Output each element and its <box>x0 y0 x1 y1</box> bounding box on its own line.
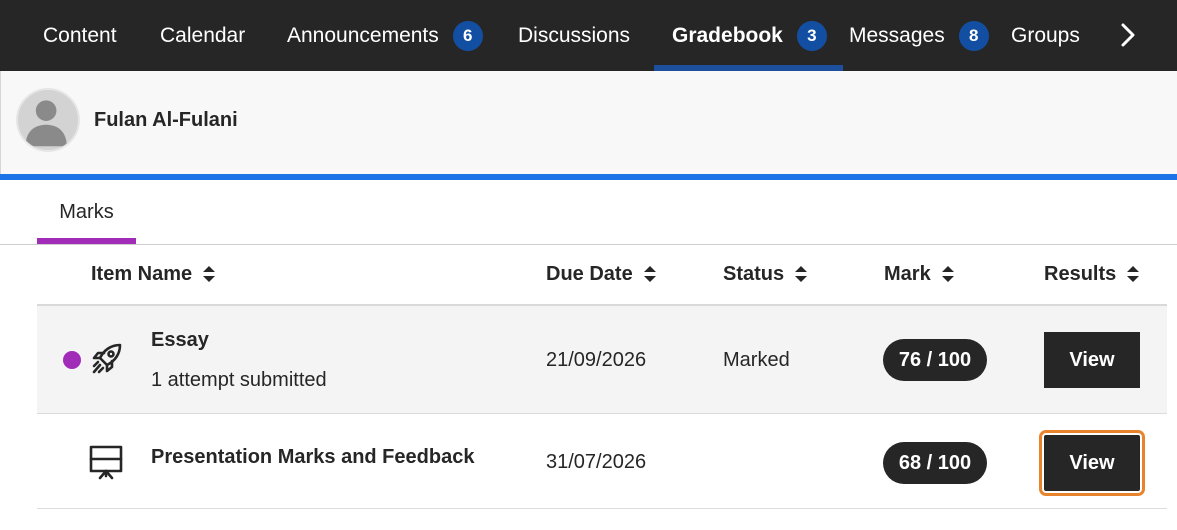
nav-item-messages[interactable]: Messages 8 <box>849 0 989 71</box>
nav-item-label: Calendar <box>160 23 246 47</box>
status-text: Marked <box>723 349 790 371</box>
column-header-label: Results <box>1044 262 1117 285</box>
nav-item-label: Messages <box>849 23 945 47</box>
view-results-button[interactable]: View <box>1044 332 1140 388</box>
nav-item-calendar[interactable]: Calendar <box>160 0 245 71</box>
mark-badge: 68 / 100 <box>883 442 987 484</box>
column-header-status[interactable]: Status <box>723 258 808 290</box>
nav-item-label: Content <box>43 23 117 47</box>
nav-item-discussions[interactable]: Discussions <box>518 0 630 71</box>
nav-item-label: Discussions <box>518 23 631 47</box>
column-header-label: Mark <box>884 262 931 285</box>
sort-icon <box>795 266 808 282</box>
table-row: Presentation Marks and Feedback 31/07/20… <box>37 415 1167 509</box>
avatar <box>16 88 80 152</box>
nav-item-label: Announcements <box>287 23 439 47</box>
tab-marks[interactable]: Marks <box>37 180 136 244</box>
messages-count-badge: 8 <box>958 20 989 51</box>
header-accent-divider <box>0 174 1177 180</box>
column-header-label: Item Name <box>91 262 193 285</box>
sort-icon <box>643 266 656 282</box>
sort-icon <box>941 266 954 282</box>
nav-item-label: Gradebook <box>672 23 783 47</box>
column-header-results[interactable]: Results <box>1044 258 1140 290</box>
presentation-icon <box>89 445 123 480</box>
column-header-due-date[interactable]: Due Date <box>546 258 657 290</box>
gradebook-count-badge: 3 <box>796 20 827 51</box>
due-date: 31/07/2026 <box>546 451 647 473</box>
nav-item-groups[interactable]: Groups <box>1011 0 1080 71</box>
student-header: Fulan Al-Fulani <box>0 71 1177 175</box>
item-title-link[interactable]: Presentation Marks and Feedback <box>151 446 474 469</box>
nav-item-label: Groups <box>1011 23 1080 47</box>
course-top-nav: Content Calendar Announcements 6 Discuss… <box>0 0 1177 71</box>
chevron-right-icon[interactable] <box>1112 19 1144 51</box>
student-name: Fulan Al-Fulani <box>94 109 238 131</box>
table-row: Essay 1 attempt submitted 21/09/2026 Mar… <box>37 306 1167 414</box>
column-header-label: Status <box>723 262 785 285</box>
announcements-count-badge: 6 <box>452 20 483 51</box>
column-header-mark[interactable]: Mark <box>884 258 955 290</box>
nav-item-announcements[interactable]: Announcements 6 <box>287 0 483 71</box>
item-title-link[interactable]: Essay <box>151 329 209 352</box>
rocket-icon <box>92 343 122 374</box>
nav-item-gradebook[interactable]: Gradebook 3 <box>672 0 827 71</box>
column-header-label: Due Date <box>546 262 633 285</box>
new-item-indicator <box>63 351 81 369</box>
tab-divider <box>0 244 1177 245</box>
mark-badge: 76 / 100 <box>883 339 987 381</box>
user-silhouette-icon <box>25 100 67 147</box>
tab-label: Marks <box>59 200 114 223</box>
sort-icon <box>1127 266 1140 282</box>
nav-item-content[interactable]: Content <box>43 0 117 71</box>
view-results-button[interactable]: View <box>1039 430 1145 496</box>
sort-icon <box>203 266 216 282</box>
due-date: 21/09/2026 <box>546 349 647 371</box>
item-attempt-info: 1 attempt submitted <box>151 369 327 391</box>
column-header-item-name[interactable]: Item Name <box>91 258 216 290</box>
